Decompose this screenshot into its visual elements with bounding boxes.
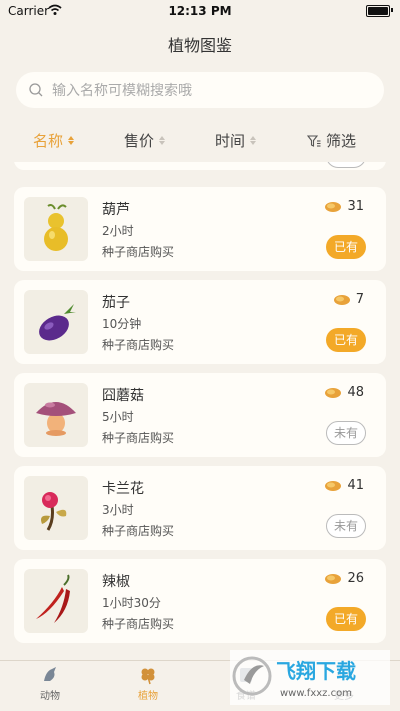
search-input[interactable] [50,72,374,110]
price: 7 [333,292,364,307]
plant-list[interactable]: 葫芦 2小时 种子商店购买 31 已有 茄子 10分钟 种子商店购买 7 已有 … [0,162,400,660]
source-text: 种子商店购买 [102,338,175,352]
animal-icon [44,667,56,681]
tab-plants[interactable]: 植物 [118,665,178,702]
tab-label: 动物 [40,691,60,702]
plant-name: 卡兰花 [102,481,144,497]
eggplant-icon [24,290,88,354]
source-text: 种子商店购买 [102,245,175,259]
sort-by-name[interactable]: 名称 [33,130,75,151]
clover-icon [141,668,155,685]
clock: 12:13 PM [168,4,232,18]
grow-time: 2小时 [102,224,134,238]
flower-icon [24,476,88,540]
sort-name-label: 名称 [33,132,64,150]
list-item[interactable] [14,162,386,170]
source-text: 种子商店购买 [102,617,175,631]
tab-animals[interactable]: 动物 [20,665,80,702]
price: 26 [324,571,364,586]
price: 31 [324,199,364,214]
status-bar: Carrier 12:13 PM [0,0,400,22]
list-item[interactable]: 囧蘑菇 5小时 种子商店购买 48 未有 [14,373,386,457]
sort-by-price[interactable]: 售价 [124,130,166,151]
source-text: 种子商店购买 [102,431,175,445]
chili-icon [24,569,88,633]
price-value: 31 [347,199,364,214]
plant-name: 茄子 [102,295,130,311]
plant-name: 囧蘑菇 [102,388,144,404]
sort-price-label: 售价 [124,132,155,150]
grow-time: 1小时30分 [102,596,161,610]
price-icon [325,201,342,212]
tab-label: 植物 [138,691,158,702]
price-value: 41 [347,478,364,493]
watermark-text: 飞翔下载 [276,659,356,683]
status-button[interactable]: 已有 [326,328,366,352]
gourd-icon [24,197,88,261]
price-icon [325,480,342,491]
sort-time-label: 时间 [215,132,246,150]
price-icon [333,294,350,305]
grow-time: 3小时 [102,503,134,517]
price: 48 [324,385,364,400]
price-value: 48 [347,385,364,400]
status-button[interactable]: 未有 [326,421,366,445]
sort-by-time[interactable]: 时间 [215,130,257,151]
list-item[interactable]: 葫芦 2小时 种子商店购买 31 已有 [14,187,386,271]
plant-name: 葫芦 [102,202,130,218]
price-value: 26 [347,571,364,586]
search-bar[interactable] [16,72,384,110]
battery-icon [366,5,390,17]
grow-time: 10分钟 [102,317,142,331]
price-value: 7 [355,292,364,307]
sort-arrows-icon [68,136,75,145]
grow-time: 5小时 [102,410,134,424]
watermark-logo: 飞翔下载 www.fxxz.com [230,650,390,705]
watermark-url: www.fxxz.com [280,688,352,699]
sort-arrows-icon [250,136,257,145]
list-item[interactable]: 茄子 10分钟 种子商店购买 7 已有 [14,280,386,364]
page-title: 植物图鉴 [167,36,232,55]
price-icon [325,573,342,584]
search-icon [29,83,43,97]
status-button[interactable] [326,162,366,168]
sort-arrows-icon [159,136,166,145]
plant-name: 辣椒 [102,574,130,590]
list-item[interactable]: 卡兰花 3小时 种子商店购买 41 未有 [14,466,386,550]
mushroom-icon [24,383,88,447]
list-item[interactable]: 辣椒 1小时30分 种子商店购买 26 已有 [14,559,386,643]
sort-bar: 名称 售价 时间 筛选 [0,130,400,154]
price: 41 [324,478,364,493]
status-button[interactable]: 未有 [326,514,366,538]
status-button[interactable]: 已有 [326,235,366,259]
filter-label: 筛选 [326,132,357,150]
price-icon [325,387,342,398]
source-text: 种子商店购买 [102,524,175,538]
filter-icon [307,134,321,147]
status-button[interactable]: 已有 [326,607,366,631]
filter-button[interactable]: 筛选 [307,130,356,151]
